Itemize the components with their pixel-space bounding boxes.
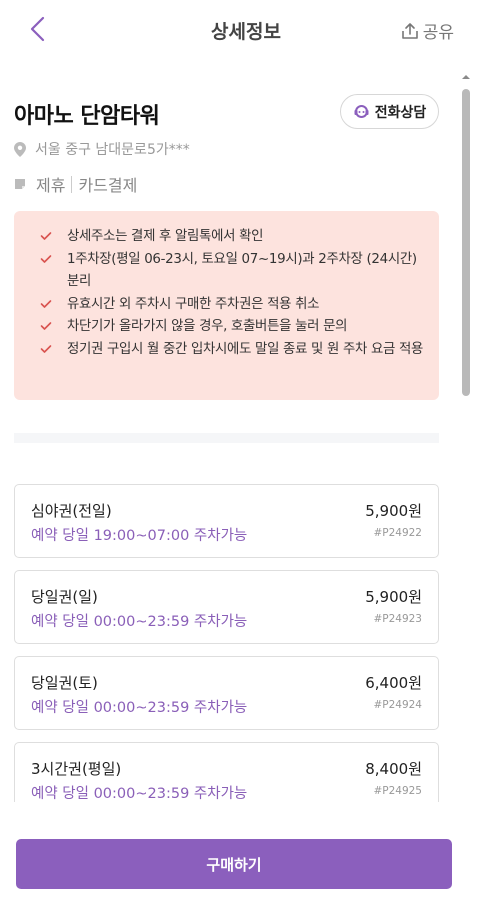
ticket-code: #P24922 xyxy=(373,527,422,539)
share-icon xyxy=(401,22,418,39)
ticket-price: 5,900원 xyxy=(365,502,422,520)
notice-box: 상세주소는 결제 후 알림톡에서 확인 1주차장(평일 06-23시, 토요일 … xyxy=(14,211,439,400)
notice-item: 정기권 구입시 월 중간 입차시에도 말일 종료 및 원 주차 요금 적용 xyxy=(38,339,427,362)
tag-divider xyxy=(71,175,73,193)
purchase-button[interactable]: 구매하기 xyxy=(16,839,452,889)
ticket-item[interactable]: 당일권(토) 6,400원 예약 당일 00:00~23:59 주차가능 #P2… xyxy=(14,656,439,730)
place-name: 아마노 단암타워 xyxy=(14,104,160,129)
ticket-price: 8,400원 xyxy=(365,760,422,778)
address-row: 서울 중구 남대문로5가*** xyxy=(14,139,190,159)
tag-partner: 제휴 xyxy=(36,176,66,195)
notice-text: 유효시간 외 주차시 구매한 주차권은 적용 취소 xyxy=(67,296,320,312)
notice-text: 정기권 구입시 월 중간 입차시에도 말일 종료 및 원 주차 요금 적용 xyxy=(67,341,424,357)
notice-item: 상세주소는 결제 후 알림톡에서 확인 xyxy=(38,226,427,249)
ticket-time: 예약 당일 19:00~07:00 주차가능 xyxy=(31,528,248,544)
ticket-price: 5,900원 xyxy=(365,588,422,606)
tag-card-payment: 카드결제 xyxy=(78,176,138,195)
check-icon xyxy=(40,344,52,353)
notice-text: 차단기가 올라가지 않을 경우, 호출버튼을 눌러 문의 xyxy=(67,319,348,334)
ticket-time: 예약 당일 00:00~23:59 주차가능 xyxy=(31,786,248,802)
tag-row: 제휴 카드결제 xyxy=(14,172,137,196)
ticket-price: 6,400원 xyxy=(365,674,422,692)
headset-icon xyxy=(354,105,369,118)
share-label: 공유 xyxy=(422,23,454,43)
notice-item: 1주차장(평일 06-23시, 토요일 07~19시)과 2주차장 (24시간)… xyxy=(38,249,427,294)
ticket-item[interactable]: 3시간권(평일) 8,400원 예약 당일 00:00~23:59 주차가능 #… xyxy=(14,742,439,802)
ticket-name: 3시간권(평일) xyxy=(31,760,122,778)
ticket-time: 예약 당일 00:00~23:59 주차가능 xyxy=(31,614,248,630)
check-icon xyxy=(40,299,52,308)
section-divider xyxy=(14,433,439,443)
check-icon xyxy=(40,254,52,263)
scroll-up-arrow-icon[interactable] xyxy=(461,73,471,81)
notice-text: 상세주소는 결제 후 알림톡에서 확인 xyxy=(67,229,264,244)
share-button[interactable]: 공유 xyxy=(401,18,454,43)
notice-text: 1주차장(평일 06-23시, 토요일 07~19시)과 2주차장 (24시간)… xyxy=(67,251,417,290)
check-icon xyxy=(40,322,52,330)
detail-content[interactable]: 아마노 단암타워 전화상담 서울 중구 남대문로5가*** 제휴 카드결제 상세… xyxy=(0,72,492,802)
notice-item: 유효시간 외 주차시 구매한 주차권은 적용 취소 xyxy=(38,294,427,317)
ticket-code: #P24925 xyxy=(373,785,422,797)
note-icon xyxy=(15,179,25,189)
check-icon xyxy=(40,232,52,240)
ticket-item[interactable]: 당일권(일) 5,900원 예약 당일 00:00~23:59 주차가능 #P2… xyxy=(14,570,439,644)
location-pin-icon xyxy=(14,141,26,157)
app-header: 상세정보 공유 xyxy=(0,0,492,60)
ticket-code: #P24923 xyxy=(373,613,422,625)
ticket-name: 당일권(토) xyxy=(31,674,98,692)
ticket-item[interactable]: 심야권(전일) 5,900원 예약 당일 19:00~07:00 주차가능 #P… xyxy=(14,484,439,558)
notice-item: 차단기가 올라가지 않을 경우, 호출버튼을 눌러 문의 xyxy=(38,316,427,339)
call-consult-label: 전화상담 xyxy=(374,104,427,121)
ticket-name: 당일권(일) xyxy=(31,588,98,606)
scrollbar-thumb[interactable] xyxy=(462,89,470,396)
ticket-name: 심야권(전일) xyxy=(31,502,112,520)
call-consult-button[interactable]: 전화상담 xyxy=(340,94,439,129)
ticket-time: 예약 당일 00:00~23:59 주차가능 xyxy=(31,700,248,716)
address-text: 서울 중구 남대문로5가*** xyxy=(35,142,190,158)
ticket-code: #P24924 xyxy=(373,699,422,711)
